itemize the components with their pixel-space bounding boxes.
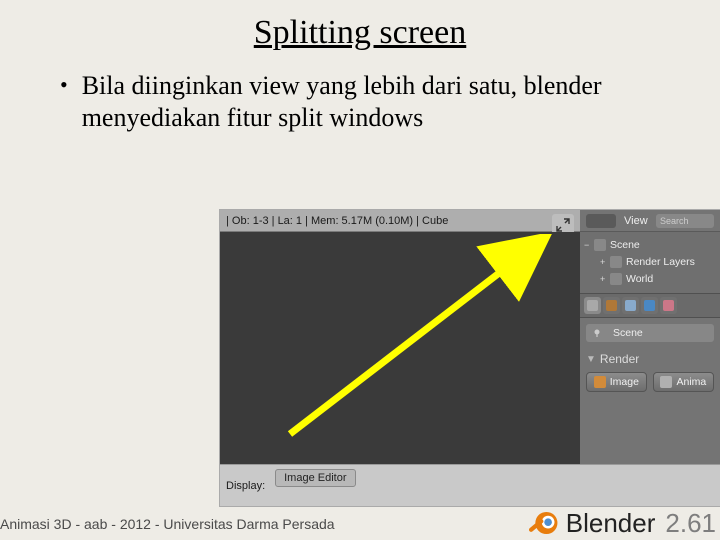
blender-screenshot: | Ob: 1-3 | La: 1 | Mem: 5.17M (0.10M) |…: [220, 210, 720, 506]
properties-panel: Scene ▼ Render Image Anima: [580, 318, 720, 396]
scene-datablock-field[interactable]: Scene: [586, 324, 714, 342]
tree-label: Scene: [610, 239, 640, 251]
tree-label: World: [626, 273, 653, 285]
tree-world[interactable]: + World: [584, 270, 718, 287]
outliner-header: View Search: [580, 210, 720, 232]
pin-icon[interactable]: [592, 328, 602, 338]
animation-icon: [660, 376, 672, 388]
render-layers-icon: [610, 256, 622, 268]
search-input[interactable]: Search: [656, 214, 714, 228]
tree-scene[interactable]: − Scene: [584, 236, 718, 253]
right-panel: View Search − Scene + Render Layers + W: [580, 210, 720, 468]
section-label: Render: [600, 352, 639, 366]
bullet-marker: •: [60, 70, 68, 100]
expand-icon[interactable]: +: [600, 257, 610, 267]
chevron-down-icon: ▼: [586, 354, 596, 365]
view-menu[interactable]: View: [624, 215, 648, 227]
button-label: Image: [610, 376, 639, 388]
expand-icon[interactable]: +: [600, 274, 610, 284]
display-mode-dropdown[interactable]: Image Editor: [275, 469, 355, 487]
world-icon: [610, 273, 622, 285]
datablock-name: Scene: [613, 327, 643, 339]
tab-world[interactable]: [641, 297, 658, 314]
image-icon: [594, 376, 606, 388]
scene-icon: [594, 239, 606, 251]
tab-render-layers[interactable]: [603, 297, 620, 314]
tree-render-layers[interactable]: + Render Layers: [584, 253, 718, 270]
render-image-button[interactable]: Image: [586, 372, 647, 392]
expand-icon: [556, 218, 570, 232]
display-label: Display:: [226, 480, 265, 492]
blender-logo: Blender 2.61: [526, 506, 716, 540]
properties-tab-strip: [580, 293, 720, 318]
bullet-item: • Bila diinginkan view yang lebih dari s…: [60, 70, 666, 134]
render-section-header[interactable]: ▼ Render: [586, 352, 714, 366]
tab-scene[interactable]: [622, 297, 639, 314]
brand-name: Blender: [566, 508, 656, 539]
slide-title: Splitting screen: [0, 0, 720, 52]
tree-label: Render Layers: [626, 256, 695, 268]
tab-render[interactable]: [584, 297, 601, 314]
button-label: Anima: [676, 376, 706, 388]
expand-icon[interactable]: −: [584, 240, 594, 250]
bullet-text: Bila diinginkan view yang lebih dari sat…: [82, 70, 666, 134]
render-animation-button[interactable]: Anima: [653, 372, 714, 392]
slide-footer: Animasi 3D - aab - 2012 - Universitas Da…: [0, 516, 335, 532]
brand-version: 2.61: [665, 508, 716, 539]
outliner-tree[interactable]: − Scene + Render Layers + World: [580, 232, 720, 293]
blender-icon: [526, 506, 560, 540]
editor-type-dropdown[interactable]: [586, 214, 616, 228]
viewport-status-bar: | Ob: 1-3 | La: 1 | Mem: 5.17M (0.10M) |…: [220, 210, 580, 232]
display-bar: Display: Image Editor: [220, 464, 720, 506]
tab-constraints[interactable]: [660, 297, 677, 314]
3d-viewport[interactable]: [220, 232, 580, 464]
